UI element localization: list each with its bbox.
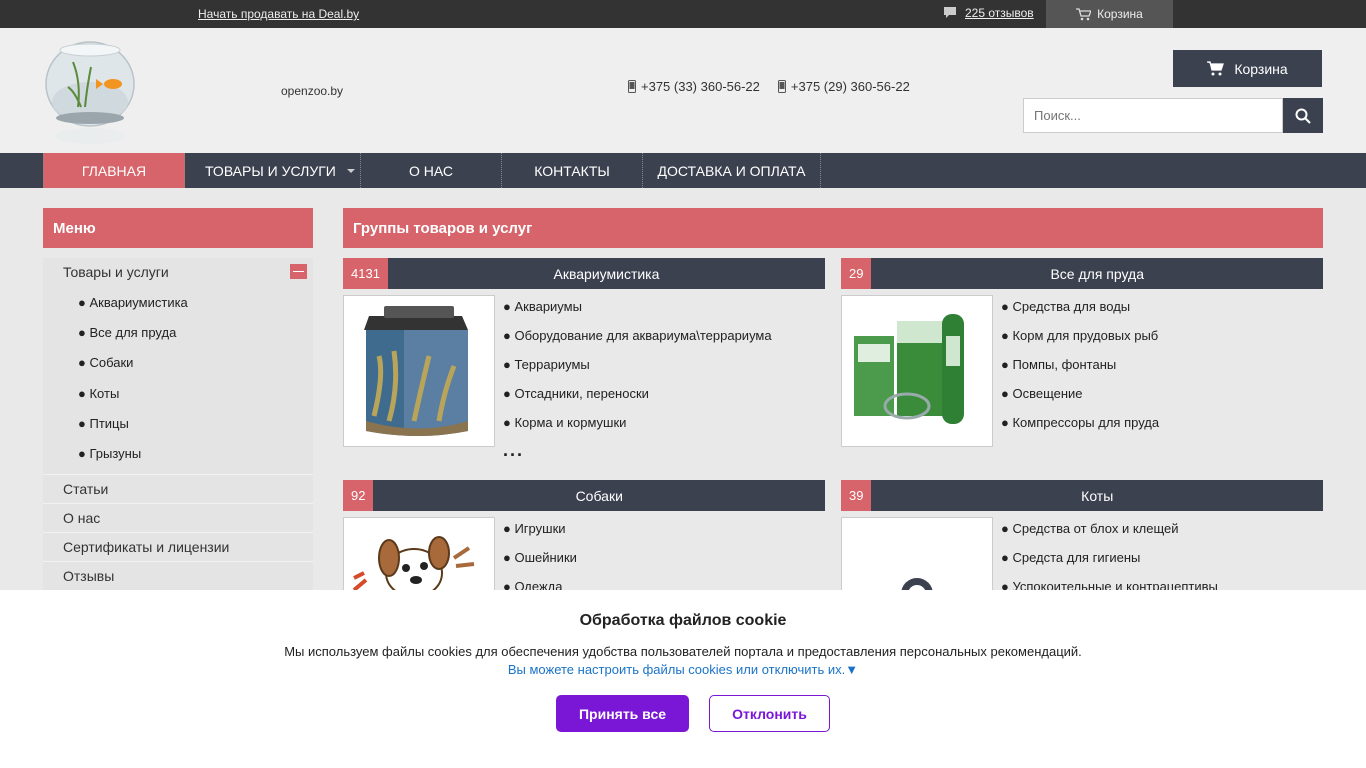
phone-2[interactable]: +375 (29) 360-56-22 [777,79,910,94]
group-list-item[interactable]: ● Ошейники [503,550,577,579]
sidebar-sub-label: Собаки [89,355,134,370]
group-header-dogs[interactable]: 92 Собаки [343,480,825,511]
comment-icon [944,7,956,18]
sidebar-category[interactable]: Товары и услуги [63,264,169,280]
group-list-item[interactable]: ● Оборудование для аквариума\террариума [503,328,772,357]
nav-home[interactable]: ГЛАВНАЯ [43,153,185,188]
group-list-item[interactable]: ● Корма и кормушки [503,415,772,444]
search-icon [1295,108,1311,124]
group-list-item[interactable]: ● Средства от блох и клещей [1001,521,1218,550]
decline-button[interactable]: Отклонить [709,695,830,732]
reviews-count: 225 отзывов [965,6,1034,20]
group-list-item[interactable]: ● Средста для гигиены [1001,550,1218,579]
nav-about[interactable]: О НАС [361,153,502,188]
group-list-item[interactable]: ● Помпы, фонтаны [1001,357,1159,386]
cart-icon [1207,61,1225,76]
group-count: 29 [841,258,872,289]
group-list-item[interactable]: ● Корм для прудовых рыб [1001,328,1159,357]
group-list-item[interactable]: ● Игрушки [503,521,577,550]
aquarium-image [364,306,468,436]
sidebar-sub-item[interactable]: ● Птицы [78,416,129,431]
group-header-aquaristics[interactable]: 4131 Аквариумистика [343,258,825,289]
top-cart-label: Корзина [1097,7,1143,21]
group-list-pond: ● Средства для воды ● Корм для прудовых … [1001,299,1159,444]
mobile-phone-icon [628,80,636,93]
main-nav: ГЛАВНАЯ ТОВАРЫ И УСЛУГИ О НАС КОНТАКТЫ Д… [0,153,1366,188]
group-image-aquarium[interactable] [343,295,495,447]
sidebar-link-reviews[interactable]: Отзывы [63,568,114,584]
divider [43,561,313,562]
fishbowl-logo-icon [45,41,135,144]
group-header-pond[interactable]: 29 Все для пруда [841,258,1323,289]
accept-all-button[interactable]: Принять все [556,695,689,732]
sidebar-sub-item[interactable]: ● Собаки [78,355,133,370]
top-cart-button[interactable]: Корзина [1046,0,1173,28]
sidebar-link-articles[interactable]: Статьи [63,481,108,497]
sidebar-sub-item[interactable]: ● Грызуны [78,446,141,461]
group-list-item[interactable]: ● Освещение [1001,386,1159,415]
top-bar: Начать продавать на Deal.by 225 отзывов … [0,0,1366,28]
group-title: Собаки [575,487,623,504]
sidebar-sub-label: Все для пруда [89,325,177,340]
main-title: Группы товаров и услуг [343,208,1323,248]
divider [43,503,313,504]
divider [43,532,313,533]
sidebar-sub-item[interactable]: ● Коты [78,386,119,401]
search-box [1023,98,1323,133]
group-list-item[interactable]: ● Средства для воды [1001,299,1159,328]
group-title: Коты [1081,487,1114,504]
phones: +375 (33) 360-56-22 +375 (29) 360-56-22 [628,79,910,94]
caret-down-icon [347,169,355,173]
site-name: openzoo.by [281,84,344,98]
sidebar-sub-item[interactable]: ● Аквариумистика [78,295,188,310]
reviews-link[interactable]: 225 отзывов [943,6,1034,20]
more-items-link[interactable]: ... [503,440,524,461]
nav-products[interactable]: ТОВАРЫ И УСЛУГИ [185,153,361,188]
nav-products-label: ТОВАРЫ И УСЛУГИ [205,162,336,179]
group-list-item[interactable]: ● Отсадники, переноски [503,386,772,415]
group-count: 4131 [343,258,388,289]
group-list-item[interactable]: ● Террариумы [503,357,772,386]
nav-delivery[interactable]: ДОСТАВКА И ОПЛАТА [643,153,821,188]
phone-2-number: +375 (29) 360-56-22 [790,79,910,94]
group-list-aquaristics: ● Аквариумы ● Оборудование для аквариума… [503,299,772,444]
phone-1-number: +375 (33) 360-56-22 [641,79,760,94]
search-button[interactable] [1283,98,1323,133]
group-count: 39 [841,480,872,511]
group-count: 92 [343,480,374,511]
sidebar-title: Меню [43,208,313,248]
cart-button[interactable]: Корзина [1173,50,1322,87]
divider [43,474,313,475]
cookie-title: Обработка файлов cookie [579,612,787,629]
group-list-item[interactable]: ● Аквариумы [503,299,772,328]
sidebar-sub-item[interactable]: ● Все для пруда [78,325,176,340]
search-input[interactable] [1023,98,1283,133]
mobile-phone-icon [777,80,786,93]
sidebar-sub-label: Коты [89,386,120,401]
sidebar-sub-label: Аквариумистика [89,295,188,310]
nav-contacts[interactable]: КОНТАКТЫ [502,153,643,188]
pond-products-image [854,314,964,424]
cookie-banner: Обработка файлов cookie Мы используем фа… [0,590,1366,768]
header: openzoo.by +375 (33) 360-56-22 +375 (29)… [0,28,1366,153]
group-header-cats[interactable]: 39 Коты [841,480,1323,511]
sidebar-link-about[interactable]: О нас [63,510,100,526]
group-image-pond[interactable] [841,295,993,447]
logo[interactable] [43,32,138,148]
cart-button-label: Корзина [1234,60,1288,77]
start-selling-link[interactable]: Начать продавать на Deal.by [198,7,359,21]
cookie-settings-link[interactable]: Вы можете настроить файлы cookies или от… [0,662,1366,677]
group-title: Все для пруда [1050,265,1144,282]
sidebar-link-certificates[interactable]: Сертификаты и лицензии [63,539,229,555]
collapse-icon[interactable] [290,264,307,279]
cookie-text: Мы используем файлы cookies для обеспече… [284,644,1082,659]
group-title: Аквариумистика [553,265,660,282]
sidebar-sub-label: Птицы [89,416,129,431]
group-list-item[interactable]: ● Компрессоры для пруда [1001,415,1159,444]
sidebar-sub-label: Грызуны [89,446,142,461]
phone-1[interactable]: +375 (33) 360-56-22 [628,79,760,94]
cart-icon [1076,7,1092,20]
